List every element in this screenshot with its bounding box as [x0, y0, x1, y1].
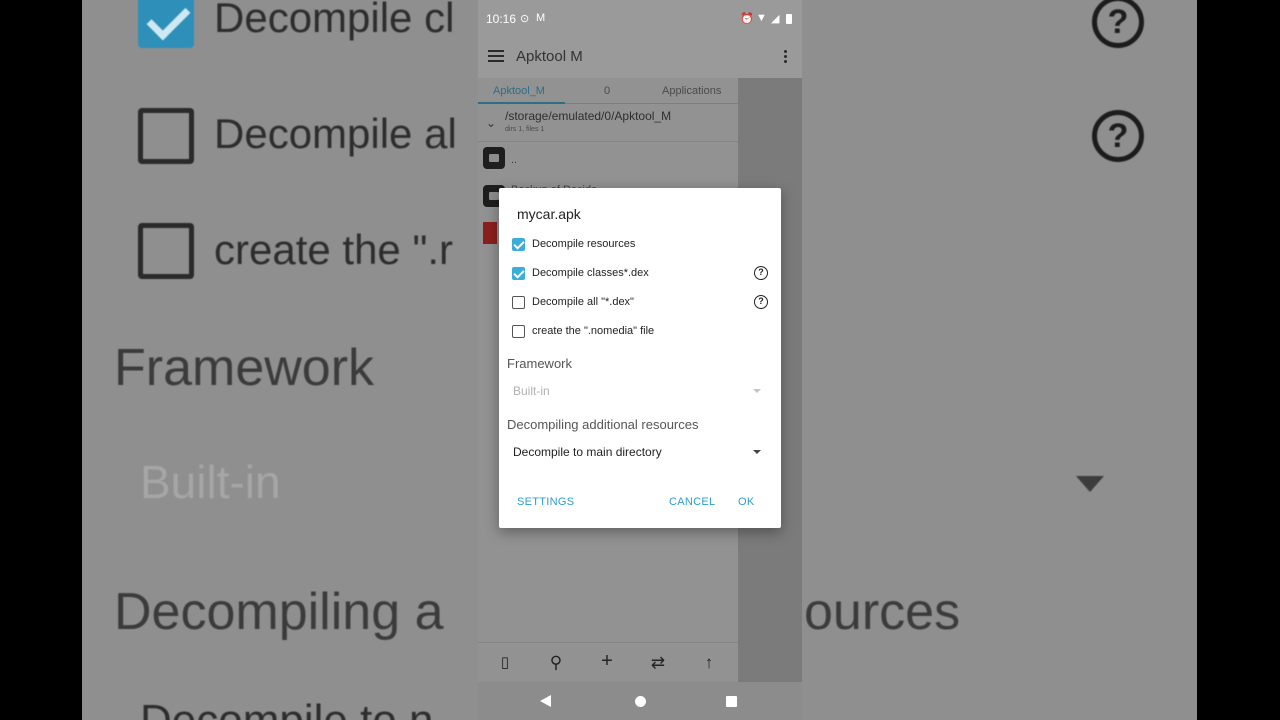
chevron-down-icon: [1076, 476, 1104, 492]
bg-text: Decompile al: [214, 110, 457, 157]
additional-resources-value: Decompile to main directory: [513, 445, 662, 459]
bg-text: ources: [804, 583, 961, 641]
help-icon: ?: [1092, 110, 1144, 162]
checkbox[interactable]: [512, 296, 525, 309]
help-icon[interactable]: ?: [754, 295, 768, 309]
app-bar: Apktool M: [478, 38, 802, 78]
checkbox[interactable]: [512, 238, 525, 251]
cancel-button[interactable]: CANCEL: [669, 496, 715, 508]
ok-button[interactable]: OK: [738, 496, 755, 508]
framework-select: Built-in: [507, 379, 763, 405]
option-label: Decompile classes*.dex: [532, 267, 649, 279]
bg-text: create the ".r: [214, 226, 454, 273]
option-create-nomedia[interactable]: create the ".nomedia" file: [512, 321, 768, 343]
tab-indicator: [478, 102, 565, 104]
back-icon[interactable]: [540, 695, 551, 707]
option-label: Decompile all "*.dex": [532, 296, 634, 308]
additional-resources-label: Decompiling additional resources: [507, 417, 699, 432]
bg-checkbox: [138, 108, 194, 164]
folder-icon: [483, 147, 505, 169]
dropdown-arrow-icon[interactable]: [753, 450, 761, 454]
settings-icon: ⊙: [520, 13, 530, 25]
bg-text: Decompile to n: [140, 696, 433, 720]
decompile-dialog: mycar.apk Decompile resources Decompile …: [499, 188, 781, 528]
overflow-menu-icon[interactable]: [784, 50, 788, 65]
path-summary: dirs 1, files 1: [505, 126, 545, 133]
tab-applications[interactable]: Applications: [662, 85, 721, 97]
tab-0[interactable]: 0: [604, 85, 610, 97]
option-label: Decompile resources: [532, 238, 636, 250]
current-path: /storage/emulated/0/Apktool_M: [505, 109, 672, 123]
bg-text: Framework: [114, 339, 375, 397]
option-decompile-classes[interactable]: Decompile classes*.dex ?: [512, 263, 768, 285]
bg-checkbox-checked: [138, 0, 194, 48]
bg-checkbox: [138, 223, 194, 279]
menu-icon[interactable]: [488, 50, 504, 62]
help-icon[interactable]: ?: [754, 266, 768, 280]
mail-icon: M: [536, 12, 546, 24]
checkbox[interactable]: [512, 267, 525, 280]
tab-strip: Apktool_M 0 Applications: [478, 78, 738, 104]
option-decompile-resources[interactable]: Decompile resources: [512, 234, 768, 256]
status-time: 10:16: [486, 12, 517, 26]
search-icon[interactable]: ⚲: [546, 653, 566, 673]
dropdown-arrow-icon: [753, 389, 761, 393]
path-header[interactable]: ⌄ /storage/emulated/0/Apktool_M dirs 1, …: [478, 108, 738, 142]
list-item[interactable]: ..: [511, 154, 517, 166]
bg-text: Built-in: [140, 456, 281, 508]
help-icon: ?: [1092, 0, 1144, 48]
home-icon[interactable]: [635, 696, 646, 707]
tab-apktool-m[interactable]: Apktool_M: [493, 85, 545, 97]
dialog-title: mycar.apk: [517, 206, 581, 222]
up-arrow-icon[interactable]: ↑: [699, 653, 719, 673]
settings-button[interactable]: SETTINGS: [517, 496, 574, 508]
framework-value: Built-in: [513, 384, 550, 398]
battery-icon: [786, 14, 792, 24]
framework-label: Framework: [507, 356, 573, 371]
app-title: Apktool M: [516, 48, 583, 65]
bg-text: Decompile cl: [214, 0, 455, 41]
swap-icon[interactable]: ⇄: [648, 653, 668, 673]
status-bar: 10:16 ⊙ M ⏰ ▼ ◢: [478, 0, 802, 38]
add-icon[interactable]: +: [597, 650, 617, 673]
option-decompile-all-dex[interactable]: Decompile all "*.dex" ?: [512, 292, 768, 314]
bottom-toolbar: ▯ ⚲ + ⇄ ↑: [478, 642, 738, 682]
chevron-down-icon[interactable]: ⌄: [486, 116, 496, 130]
bookmark-icon[interactable]: ▯: [495, 653, 515, 671]
apk-file-icon: [483, 222, 497, 244]
option-label: create the ".nomedia" file: [532, 325, 655, 337]
wifi-icon: ▼: [756, 12, 767, 24]
signal-icon: ◢: [771, 13, 780, 25]
alarm-icon: ⏰: [740, 13, 754, 25]
bg-text: Decompiling a: [114, 583, 444, 641]
additional-resources-select[interactable]: Decompile to main directory: [507, 440, 763, 466]
checkbox[interactable]: [512, 325, 525, 338]
recents-icon[interactable]: [726, 696, 737, 707]
system-nav-bar: [478, 682, 802, 720]
